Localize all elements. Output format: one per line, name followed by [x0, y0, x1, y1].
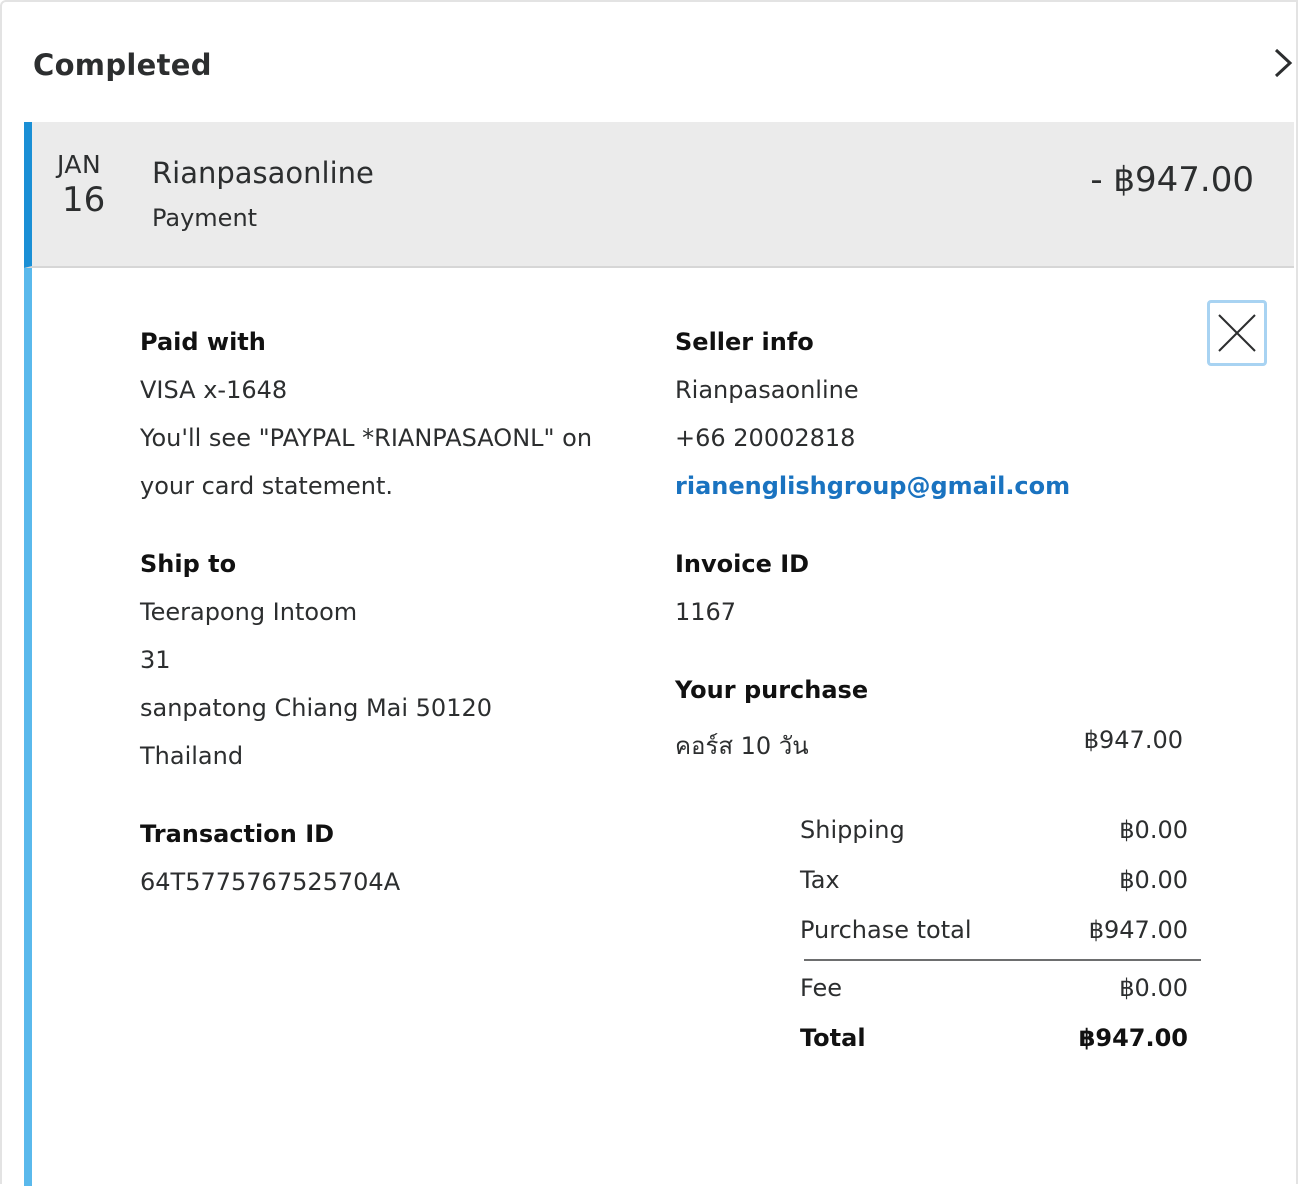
statement-note-cont: your card statement.: [140, 472, 393, 500]
transaction-type: Payment: [152, 204, 258, 232]
shipping-value: ฿0.00: [1119, 816, 1188, 844]
close-icon: [1218, 314, 1256, 352]
section-title: Completed: [33, 48, 212, 82]
seller-name: Rianpasaonline: [675, 376, 859, 404]
seller-info-heading: Seller info: [675, 328, 814, 356]
close-button[interactable]: [1207, 300, 1267, 366]
ship-to-name: Teerapong Intoom: [140, 598, 358, 626]
ship-to-line2: sanpatong Chiang Mai 50120: [140, 694, 493, 722]
purchase-total-label: Purchase total: [800, 916, 972, 944]
transaction-details: Paid with VISA x-1648 You'll see "PAYPAL…: [24, 268, 1294, 1186]
transaction-id-heading: Transaction ID: [140, 820, 335, 848]
chevron-right-icon[interactable]: [1268, 46, 1296, 80]
seller-email-link[interactable]: rianenglishgroup@gmail.com: [675, 472, 1070, 500]
merchant-name: Rianpasaonline: [152, 156, 374, 190]
invoice-id-heading: Invoice ID: [675, 550, 810, 578]
card-info: VISA x-1648: [140, 376, 288, 404]
statement-note: You'll see "PAYPAL *RIANPASAONL" on: [140, 424, 593, 452]
purchase-item-amount: ฿947.00: [1083, 726, 1183, 754]
total-label: Total: [800, 1024, 866, 1052]
purchase-total-value: ฿947.00: [1088, 916, 1188, 944]
paid-with-heading: Paid with: [140, 328, 266, 356]
fee-value: ฿0.00: [1119, 974, 1188, 1002]
purchase-item-name: คอร์ส 10 วัน: [675, 732, 809, 760]
tax-label: Tax: [800, 866, 840, 894]
ship-to-country: Thailand: [140, 742, 244, 770]
transaction-id: 64T5775767525704A: [140, 868, 401, 896]
fee-label: Fee: [800, 974, 843, 1002]
your-purchase-heading: Your purchase: [675, 676, 869, 704]
transaction-amount: - ฿947.00: [1090, 160, 1254, 200]
activity-panel: Completed JAN 16 Rianpasaonline Payment …: [0, 0, 1298, 1186]
invoice-id: 1167: [675, 598, 737, 626]
tax-value: ฿0.00: [1119, 866, 1188, 894]
ship-to-line1: 31: [140, 646, 171, 674]
seller-phone: +66 20002818: [675, 424, 856, 452]
transaction-month: JAN: [57, 150, 102, 179]
summary-divider: [804, 959, 1201, 961]
transaction-row[interactable]: JAN 16 Rianpasaonline Payment - ฿947.00: [24, 122, 1294, 268]
shipping-label: Shipping: [800, 816, 905, 844]
ship-to-heading: Ship to: [140, 550, 237, 578]
total-value: ฿947.00: [1078, 1024, 1188, 1052]
transaction-day: 16: [62, 180, 106, 220]
